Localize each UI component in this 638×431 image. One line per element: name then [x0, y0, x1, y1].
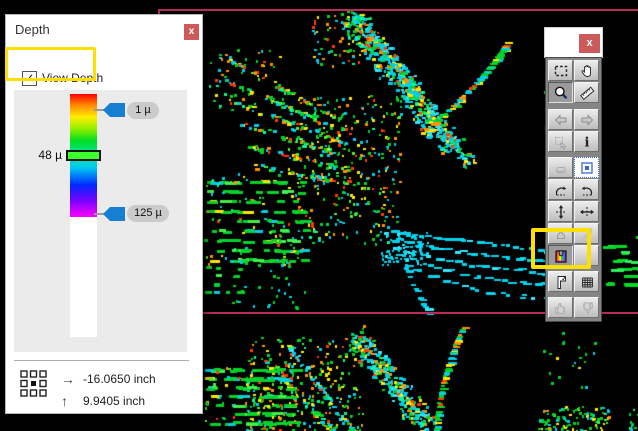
coordinate-x-row: → -16.0650 inch — [61, 371, 156, 387]
depth-max-value[interactable]: 125 µ — [127, 205, 169, 222]
panel-divider — [14, 360, 189, 361]
flatten-press-icon — [553, 160, 569, 176]
toolbar-button-edit-select-transform — [548, 131, 573, 152]
info-icon: i — [579, 134, 595, 150]
rotate-left-icon — [579, 182, 595, 198]
coordinate-y-value: 9.9405 inch — [83, 394, 145, 408]
zoom-magnifier-icon — [553, 85, 569, 101]
nav-back-icon — [553, 112, 569, 128]
tool-palette: x i — [545, 28, 602, 322]
arrow-up-icon: ↑ — [61, 393, 81, 409]
expand-vertical-icon — [553, 204, 569, 220]
toolbar-button-fit-frame[interactable] — [574, 157, 599, 178]
rotate-right-icon — [553, 182, 569, 198]
dialog-title: Depth — [15, 22, 50, 37]
toolbar-button-marquee-select[interactable] — [548, 60, 573, 81]
toolbar-button-info[interactable]: i — [574, 131, 599, 152]
edit-select-transform-icon — [553, 134, 569, 150]
measure-ruler-icon — [579, 85, 595, 101]
toolbar-button-zoom-magnifier[interactable] — [548, 82, 573, 103]
tool-palette-close-button[interactable]: x — [579, 34, 600, 53]
toolbar-button-mesh-grid[interactable] — [574, 271, 599, 292]
depth-min-handle[interactable] — [103, 103, 125, 117]
fit-frame-icon — [579, 160, 595, 176]
tool-palette-body: i — [545, 57, 602, 322]
toolbar-button-nav-back — [548, 109, 573, 130]
marquee-select-icon — [553, 63, 569, 79]
tool-palette-titlebar[interactable]: x — [545, 28, 602, 57]
flag-profile-icon — [553, 274, 569, 290]
toolbar-button-flag-profile[interactable] — [548, 271, 573, 292]
app-window: Depth x ✓ View Depth 1 µ 48 µ 125 µ — [0, 0, 638, 431]
nav-forward-icon — [579, 112, 595, 128]
dialog-close-button[interactable]: x — [184, 24, 199, 40]
highlight-box-colormap-button — [531, 228, 591, 269]
bottom-handle-line — [94, 213, 104, 215]
toolbar-button-flatten-press — [548, 157, 573, 178]
toolbar-button-expand-horizontal[interactable] — [574, 201, 599, 222]
coordinate-y-row: ↑ 9.9405 inch — [61, 393, 145, 409]
toolbar-button-measure-ruler[interactable] — [574, 82, 599, 103]
svg-text:i: i — [584, 135, 589, 150]
toolbar-button-pan-hand[interactable] — [574, 60, 599, 81]
toolbar-button-thumbs-up — [548, 297, 573, 318]
toolbar-button-nav-forward — [574, 109, 599, 130]
depth-min-value[interactable]: 1 µ — [127, 102, 159, 119]
current-depth-label: 48 µ — [28, 148, 62, 162]
viewport-border-top — [158, 9, 638, 11]
thumbs-down-icon — [579, 300, 595, 316]
highlight-box-view-depth — [5, 47, 96, 81]
thumbs-up-icon — [553, 300, 569, 316]
toolbar-button-thumbs-down — [574, 297, 599, 318]
depth-max-handle[interactable] — [103, 207, 125, 221]
toolbar-button-rotate-left[interactable] — [574, 179, 599, 200]
current-depth-marker[interactable] — [66, 150, 101, 161]
toolbar-button-expand-vertical[interactable] — [548, 201, 573, 222]
coordinate-x-value: -16.0650 inch — [83, 372, 156, 386]
anchor-grid-icon[interactable] — [20, 370, 47, 397]
mesh-grid-icon — [579, 274, 595, 290]
toolbar-button-rotate-right[interactable] — [548, 179, 573, 200]
pan-hand-icon — [579, 63, 595, 79]
expand-horizontal-icon — [579, 204, 595, 220]
depth-scale-panel: 1 µ 48 µ 125 µ — [14, 90, 187, 352]
arrow-right-icon: → — [61, 371, 81, 387]
top-handle-line — [94, 109, 104, 111]
